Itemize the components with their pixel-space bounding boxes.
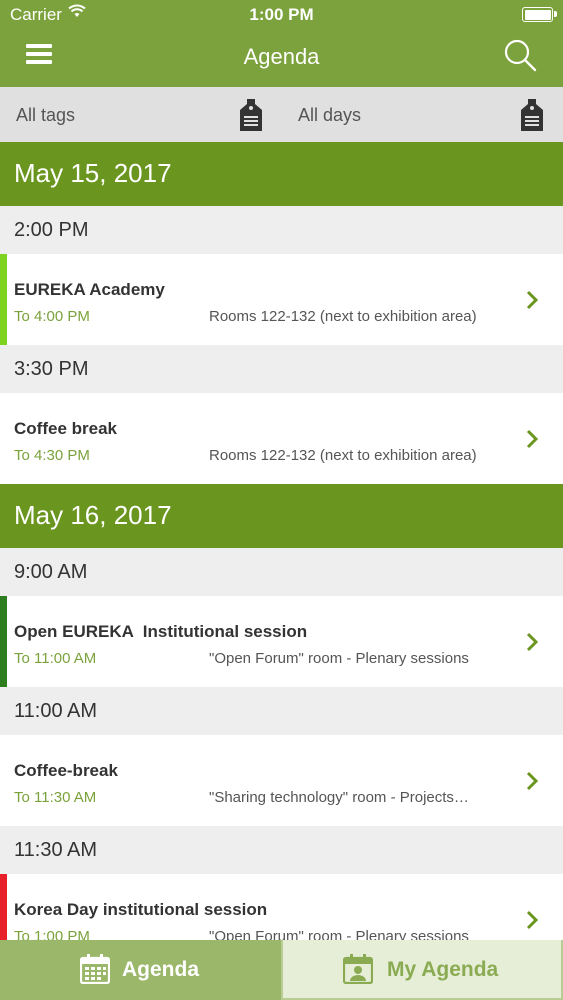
days-filter-label: All days: [298, 105, 362, 125]
search-icon[interactable]: [503, 38, 537, 72]
date-header: May 16, 2017: [0, 484, 563, 548]
tab-my-agenda[interactable]: My Agenda: [281, 940, 563, 1000]
event-color-bar: [0, 393, 7, 484]
status-bar: Carrier 1:00 PM: [0, 0, 563, 30]
event-end-time: To 11:00 AM: [14, 650, 97, 667]
chevron-right-icon: [526, 910, 539, 930]
time-slot-header: 11:00 AM: [0, 687, 563, 735]
tags-filter[interactable]: All tags: [0, 87, 282, 142]
tab-agenda[interactable]: Agenda: [0, 940, 281, 1000]
price-tag-icon: [240, 99, 262, 131]
event-color-bar: [0, 596, 7, 687]
event-color-bar: [0, 254, 7, 345]
days-filter[interactable]: All days: [282, 87, 563, 142]
event-row[interactable]: EUREKA Academy To 4:00 PM Rooms 122-132 …: [0, 254, 563, 345]
date-header: May 15, 2017: [0, 142, 563, 206]
page-title: Agenda: [243, 44, 320, 69]
event-row[interactable]: Coffee-break To 11:30 AM "Sharing techno…: [0, 735, 563, 826]
event-row[interactable]: Coffee break To 4:30 PM Rooms 122-132 (n…: [0, 393, 563, 484]
time-slot-header: 3:30 PM: [0, 345, 563, 393]
time-slot-header: 11:30 AM: [0, 826, 563, 874]
clock: 1:00 PM: [249, 5, 314, 24]
event-location: "Open Forum" room - Plenary sessions: [209, 650, 469, 667]
calendar-person-icon: [343, 954, 373, 984]
tab-bar: Agenda My Agenda: [0, 940, 563, 1000]
event-end-time: To 11:30 AM: [14, 789, 97, 806]
chevron-right-icon: [526, 632, 539, 652]
event-title: EUREKA Academy: [14, 280, 165, 299]
chevron-right-icon: [526, 429, 539, 449]
event-title: Coffee break: [14, 419, 117, 438]
chevron-right-icon: [526, 290, 539, 310]
chevron-right-icon: [526, 771, 539, 791]
event-end-time: To 4:00 PM: [14, 308, 90, 325]
event-color-bar: [0, 874, 7, 940]
event-title: Korea Day institutional session: [14, 900, 268, 919]
event-row[interactable]: Korea Day institutional session To 1:00 …: [0, 874, 563, 940]
event-title: Coffee-break: [14, 761, 118, 780]
agenda-list[interactable]: May 15, 2017 2:00 PM EUREKA Academy To 4…: [0, 142, 563, 940]
event-color-bar: [0, 735, 7, 826]
event-location: "Open Forum" room - Plenary sessions: [209, 928, 469, 940]
event-location: "Sharing technology" room - Projects…: [209, 789, 469, 806]
event-end-time: To 4:30 PM: [14, 447, 90, 464]
price-tag-icon: [521, 99, 543, 131]
time-slot-header: 9:00 AM: [0, 548, 563, 596]
nav-bar: Agenda: [0, 30, 563, 87]
tab-agenda-label: Agenda: [122, 958, 200, 981]
event-location: Rooms 122-132 (next to exhibition area): [209, 447, 477, 464]
tags-filter-label: All tags: [16, 105, 76, 125]
tab-my-agenda-label: My Agenda: [387, 958, 499, 981]
battery-icon: [522, 7, 557, 22]
event-end-time: To 1:00 PM: [14, 928, 90, 940]
event-row[interactable]: Open EUREKA Institutional session To 11:…: [0, 596, 563, 687]
calendar-icon: [80, 954, 110, 984]
event-title: Open EUREKA Institutional session: [14, 622, 308, 641]
time-slot-header: 2:00 PM: [0, 206, 563, 254]
filter-bar: All tags All days: [0, 87, 563, 142]
event-location: Rooms 122-132 (next to exhibition area): [209, 308, 477, 325]
